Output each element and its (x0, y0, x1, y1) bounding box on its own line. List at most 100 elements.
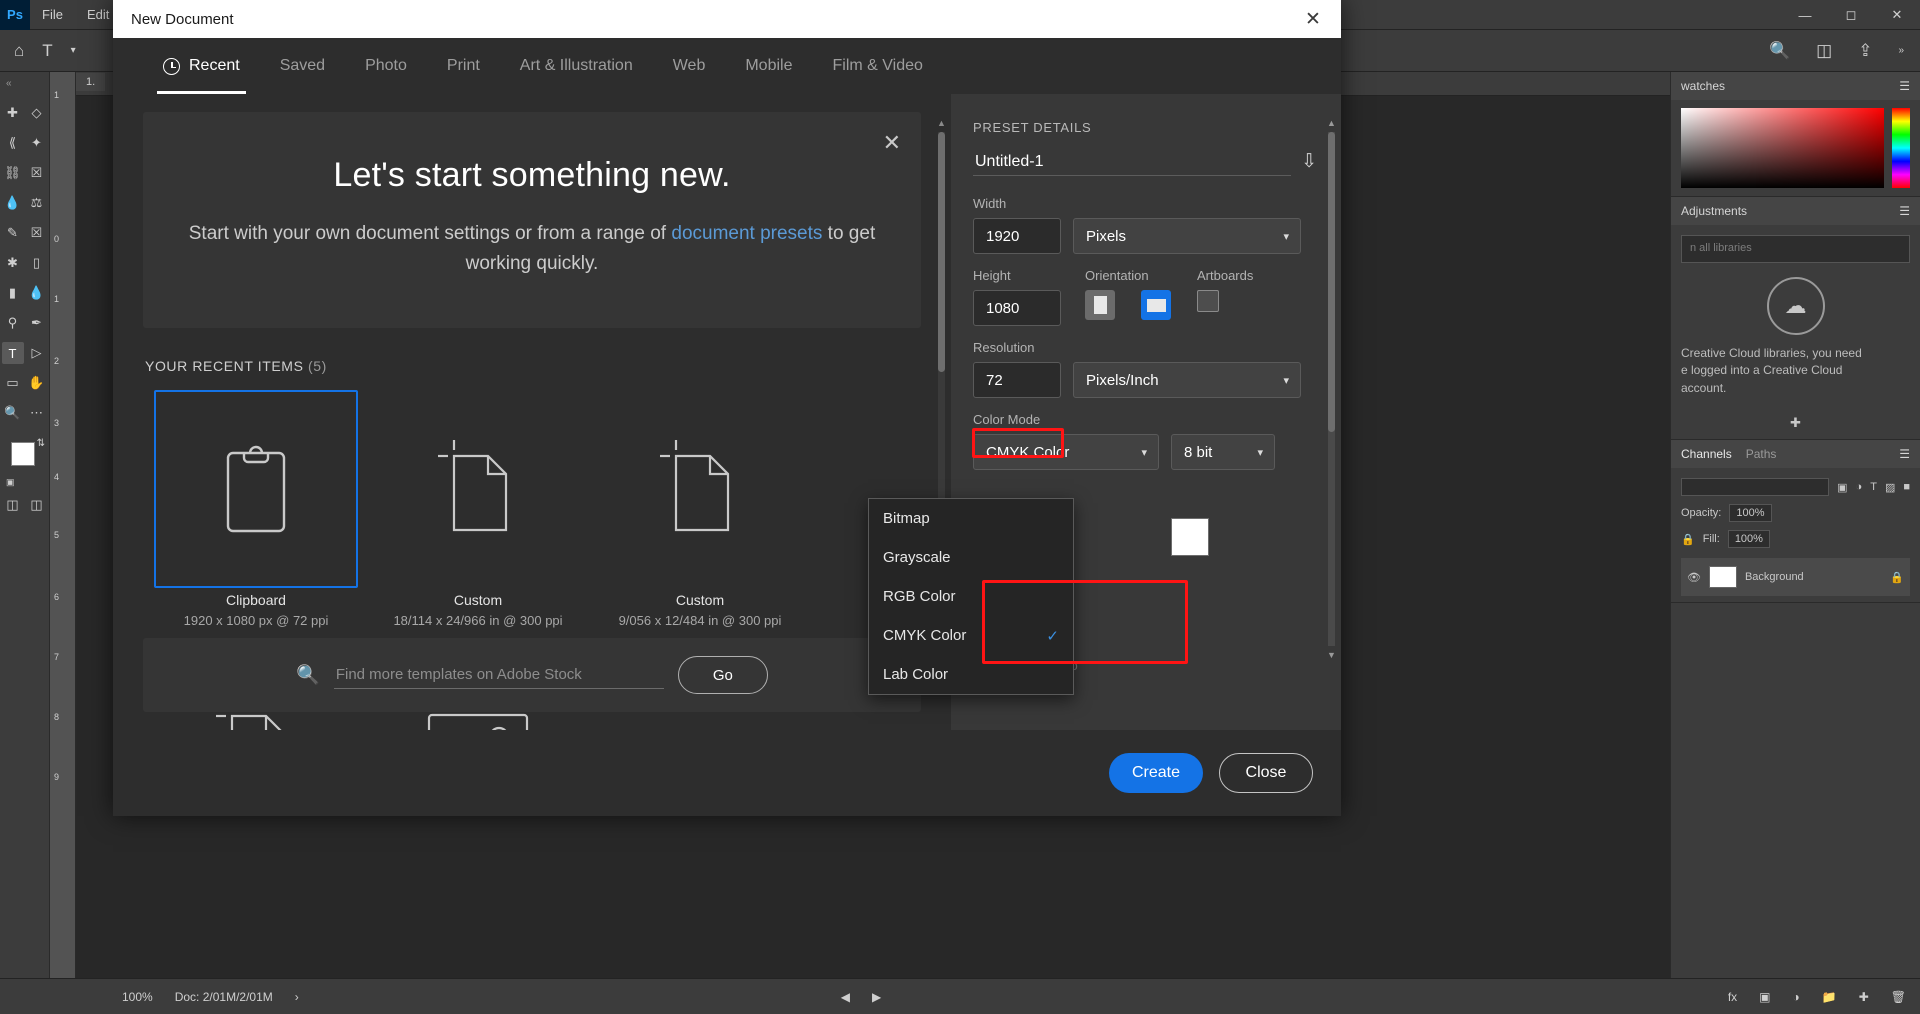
opacity-value[interactable]: 100% (1729, 504, 1772, 523)
tab-mobile[interactable]: Mobile (725, 38, 812, 94)
path-select-tool-icon[interactable]: ▷ (26, 342, 48, 364)
go-button[interactable]: Go (677, 656, 768, 694)
status-group-icon[interactable]: 📁 (1822, 990, 1837, 1004)
toolbox-collapse-icon[interactable]: « (6, 78, 12, 89)
tab-recent[interactable]: Recent (143, 38, 260, 94)
zoom-tool-icon[interactable]: 🔍 (2, 402, 24, 424)
dropdown-option-lab-color[interactable]: Lab Color (869, 655, 1073, 694)
foreground-color-swatch[interactable] (11, 442, 35, 466)
marquee-tool-icon[interactable]: ◇ (26, 102, 48, 124)
status-adjust-icon[interactable]: ◑ (1793, 990, 1800, 1004)
close-button[interactable]: Close (1219, 753, 1313, 793)
lock-position-icon[interactable]: T (1870, 481, 1877, 493)
screen-mode-tool-icon[interactable]: ◫ (26, 494, 48, 516)
text-tool-icon[interactable]: T (42, 41, 52, 61)
artboards-checkbox[interactable] (1197, 290, 1219, 312)
swap-colors-icon[interactable]: ⇅ (37, 438, 45, 449)
chevron-down-icon[interactable]: ▾ (71, 45, 76, 56)
history-brush-tool-icon[interactable]: ✱ (2, 252, 24, 274)
tab-art-illustration[interactable]: Art & Illustration (500, 38, 653, 94)
tab-print[interactable]: Print (427, 38, 500, 94)
panel-menu-icon[interactable]: ☰ (1899, 79, 1910, 93)
dropdown-option-cmyk-color[interactable]: CMYK Color ✓ (869, 616, 1073, 655)
scroll-up-icon[interactable]: ▲ (1326, 118, 1337, 128)
document-name-input[interactable] (973, 149, 1292, 176)
preset-scrollbar[interactable]: ▲ ▼ (1326, 118, 1337, 660)
create-button[interactable]: Create (1109, 753, 1203, 793)
color-picker[interactable] (1671, 100, 1920, 196)
fill-value[interactable]: 100% (1727, 530, 1770, 549)
recent-item-custom-1[interactable]: Custom 18/114 x 24/966 in @ 300 ppi (367, 390, 589, 650)
blend-mode-select[interactable] (1681, 478, 1830, 497)
menu-file[interactable]: File (30, 0, 75, 30)
eyedropper-tool-icon[interactable]: 💧 (2, 192, 24, 214)
type-tool-icon[interactable]: T (1, 342, 24, 364)
search-icon[interactable]: 🔍 (1769, 41, 1790, 61)
scroll-thumb[interactable] (1328, 132, 1335, 432)
status-delete-icon[interactable]: 🗑 (1891, 990, 1906, 1004)
save-preset-icon[interactable]: ⇩ (1301, 150, 1317, 176)
document-tab[interactable]: 1. (76, 73, 106, 91)
recent-item-clipboard[interactable]: Clipboard 1920 x 1080 px @ 72 ppi (145, 389, 367, 650)
brush-tool-icon[interactable]: ✎ (2, 222, 24, 244)
resolution-input[interactable] (973, 362, 1061, 398)
scroll-thumb[interactable] (938, 132, 945, 372)
panel-menu-icon[interactable]: ☰ (1899, 447, 1910, 461)
bit-depth-select[interactable]: 8 bit ▾ (1171, 434, 1275, 470)
tab-film-video[interactable]: Film & Video (812, 38, 942, 94)
quick-select-tool-icon[interactable]: ✦ (26, 132, 48, 154)
healing-brush-tool-icon[interactable]: ⚖ (26, 192, 48, 214)
close-icon[interactable]: ✕ (1874, 0, 1920, 30)
panel-toggle-icon[interactable]: ◫ (1816, 41, 1832, 61)
color-mode-dropdown[interactable]: Bitmap Grayscale RGB Color CMYK Color ✓ … (868, 498, 1074, 695)
stock-search-input[interactable] (333, 661, 664, 689)
clone-stamp-tool-icon[interactable]: ☒ (26, 222, 48, 244)
layer-visibility-icon[interactable]: 👁 (1687, 571, 1701, 584)
color-field[interactable] (1681, 108, 1884, 188)
crop-tool-icon[interactable]: ⛓ (2, 162, 24, 184)
width-unit-select[interactable]: Pixels ▾ (1073, 218, 1301, 254)
hand-tool-icon[interactable]: ✋ (26, 372, 48, 394)
color-mode-select[interactable]: CMYK Color ▾ (973, 434, 1159, 470)
dodge-tool-icon[interactable]: ⚲ (2, 312, 24, 334)
paths-tab[interactable]: Paths (1746, 447, 1777, 461)
frame-tool-icon[interactable]: ☒ (26, 162, 48, 184)
height-input[interactable] (973, 290, 1061, 326)
quick-mask-tool-icon[interactable]: ◫ (2, 494, 24, 516)
next-frame-icon[interactable]: ▶ (872, 990, 881, 1004)
share-icon[interactable]: ⇪ (1858, 41, 1872, 61)
layer-lock-icon[interactable]: 🔒 (1890, 571, 1904, 584)
move-tool-icon[interactable]: ✚ (2, 102, 24, 124)
channels-tab[interactable]: Channels (1681, 447, 1732, 461)
status-fx-icon[interactable]: fx (1728, 990, 1737, 1004)
status-chevron-icon[interactable]: › (295, 990, 299, 1004)
dropdown-option-grayscale[interactable]: Grayscale (869, 538, 1073, 577)
swatches-tab[interactable]: watches (1681, 79, 1725, 93)
tab-saved[interactable]: Saved (260, 38, 345, 94)
tab-web[interactable]: Web (653, 38, 726, 94)
lock-transparency-icon[interactable]: ◑ (1856, 481, 1863, 493)
lock-all-icon[interactable]: ■ (1903, 481, 1910, 493)
zoom-level[interactable]: 100% (122, 990, 153, 1004)
close-icon[interactable]: ✕ (1291, 0, 1335, 38)
panel-menu-icon[interactable]: ☰ (1899, 204, 1910, 218)
libraries-search-input[interactable]: n all libraries (1681, 235, 1910, 263)
orientation-portrait-icon[interactable] (1085, 290, 1115, 320)
document-presets-link[interactable]: document presets (671, 223, 822, 244)
eraser-tool-icon[interactable]: ▯ (26, 252, 48, 274)
home-icon[interactable]: ⌂ (14, 41, 24, 61)
dropdown-option-rgb-color[interactable]: RGB Color (869, 577, 1073, 616)
pen-tool-icon[interactable]: ✒ (26, 312, 48, 334)
scroll-down-icon[interactable]: ▼ (1326, 650, 1337, 660)
status-new-layer-icon[interactable]: ✚ (1859, 990, 1869, 1004)
minimize-icon[interactable]: — (1782, 0, 1828, 30)
hero-close-icon[interactable]: ✕ (883, 130, 901, 156)
hue-strip[interactable] (1892, 108, 1910, 188)
gradient-tool-icon[interactable]: ▮ (2, 282, 24, 304)
dropdown-option-bitmap[interactable]: Bitmap (869, 499, 1073, 538)
layer-row[interactable]: 👁 Background 🔒 (1681, 558, 1910, 597)
blur-tool-icon[interactable]: 💧 (26, 282, 48, 304)
orientation-landscape-icon[interactable] (1141, 290, 1171, 320)
chevrons-icon[interactable]: » (1898, 45, 1904, 56)
lasso-tool-icon[interactable]: ⟪ (2, 132, 24, 154)
